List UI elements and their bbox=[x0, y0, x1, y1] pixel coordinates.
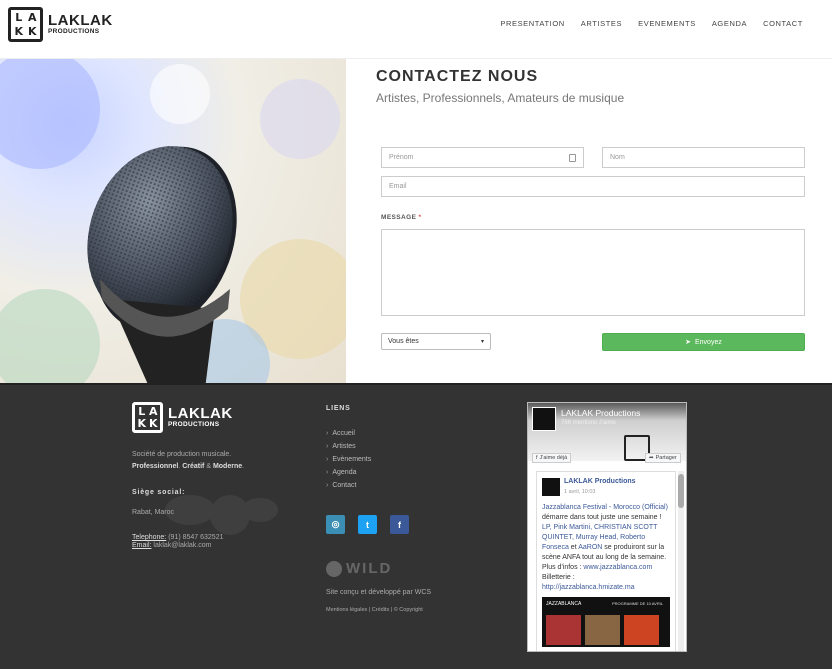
footer-logo-subtitle: PRODUCTIONS bbox=[168, 421, 220, 429]
nav-evenements[interactable]: EVENEMENTS bbox=[638, 19, 696, 28]
contact-subtitle: Artistes, Professionnels, Amateurs de mu… bbox=[376, 91, 625, 105]
address: Rabat, Maroc bbox=[132, 509, 175, 516]
instagram-icon[interactable]: ◎ bbox=[326, 515, 345, 534]
footer-logo[interactable]: LAKK LAKLAK PRODUCTIONS bbox=[132, 402, 233, 433]
post-text: Jazzablanca Festival - Morocco (Official… bbox=[542, 504, 668, 591]
logo-subtitle: PRODUCTIONS bbox=[48, 28, 100, 36]
site-header: LAKK LAKLAK PRODUCTIONS PRESENTATION ART… bbox=[0, 0, 832, 59]
message-label: MESSAGE * bbox=[381, 214, 422, 221]
footer-link-accueil[interactable]: Accueil bbox=[326, 427, 371, 440]
send-button[interactable]: ➤ Envoyez bbox=[602, 333, 805, 351]
contact-section: CONTACTEZ NOUS Artistes, Professionnels,… bbox=[346, 59, 832, 383]
post-image[interactable]: JAZZABLANCA PROGRAMME DE 10 AVRIL bbox=[542, 597, 670, 647]
prenom-placeholder: Prénom bbox=[389, 154, 414, 161]
footer-description: Société de production musicale. Professi… bbox=[132, 451, 245, 470]
facebook-page-name[interactable]: LAKLAK Productions bbox=[561, 408, 640, 418]
footer-links: Accueil Artistes Evènements Agenda Conta… bbox=[326, 427, 371, 492]
facebook-icon[interactable]: f bbox=[390, 515, 409, 534]
select-value: Vous êtes bbox=[388, 338, 419, 345]
nom-field[interactable]: Nom bbox=[602, 147, 805, 168]
facebook-like-button[interactable]: f J'aime déjà bbox=[532, 453, 572, 463]
post-author[interactable]: LAKLAK Productions bbox=[564, 477, 636, 487]
logo-title: LAKLAK bbox=[48, 12, 113, 30]
wild-logo: WILD bbox=[326, 560, 392, 577]
facebook-post: LAKLAK Productions 1 avril, 10:03 Jazzab… bbox=[536, 471, 676, 651]
contact-title: CONTACTEZ NOUS bbox=[376, 68, 539, 85]
legal-copyright: © Copyright bbox=[393, 607, 423, 613]
facebook-page-avatar[interactable] bbox=[532, 407, 556, 431]
nav-artistes[interactable]: ARTISTES bbox=[581, 19, 622, 28]
post-author-avatar[interactable] bbox=[542, 478, 560, 496]
credit-text: Site conçu et développé par WCS bbox=[326, 589, 432, 596]
footer-logo-title: LAKLAK bbox=[168, 405, 233, 423]
email-line: Email: laklak@laklak.com bbox=[132, 542, 212, 549]
vous-etes-select[interactable]: Vous êtes ▾ bbox=[381, 333, 491, 350]
nav-contact[interactable]: CONTACT bbox=[763, 19, 803, 28]
facebook-widget: LAKLAK Productions 766 mentions J'aime f… bbox=[527, 402, 687, 652]
footer-link-contact[interactable]: Contact bbox=[326, 479, 371, 492]
facebook-share-button[interactable]: ➦ Partager bbox=[645, 453, 681, 463]
telephone-line: Telephone: (91) 8547 632521 bbox=[132, 534, 224, 541]
footer-link-evenements[interactable]: Evènements bbox=[326, 453, 371, 466]
footer-link-artistes[interactable]: Artistes bbox=[326, 440, 371, 453]
paper-plane-icon: ➤ bbox=[685, 339, 691, 346]
twitter-icon[interactable]: t bbox=[358, 515, 377, 534]
links-title: LIENS bbox=[326, 405, 351, 412]
microphone-hero-image bbox=[0, 59, 346, 383]
legal-credits-link[interactable]: Crédits bbox=[372, 607, 389, 613]
legal-links: Mentions légales | Crédits | © Copyright bbox=[326, 607, 423, 613]
contact-card-icon bbox=[569, 153, 576, 162]
siege-label: Siège social: bbox=[132, 489, 186, 496]
email-field[interactable]: Email bbox=[381, 176, 805, 197]
share-icon: ➦ bbox=[649, 455, 654, 461]
nav-agenda[interactable]: AGENDA bbox=[712, 19, 747, 28]
facebook-like-icon: f bbox=[536, 455, 538, 461]
nav-presentation[interactable]: PRESENTATION bbox=[500, 19, 564, 28]
facebook-scrollbar[interactable] bbox=[678, 471, 684, 651]
wild-logo-icon bbox=[326, 560, 342, 577]
footer-logo-mark-icon: LAKK bbox=[132, 402, 163, 433]
facebook-likes: 766 mentions J'aime bbox=[561, 420, 616, 426]
prenom-field[interactable]: Prénom bbox=[381, 147, 584, 168]
logo-mark-icon: LAKK bbox=[8, 7, 43, 42]
site-logo[interactable]: LAKK LAKLAK PRODUCTIONS bbox=[8, 7, 113, 42]
post-date: 1 avril, 10:03 bbox=[564, 489, 596, 495]
main-nav: PRESENTATION ARTISTES EVENEMENTS AGENDA … bbox=[500, 19, 803, 28]
nom-placeholder: Nom bbox=[610, 154, 625, 161]
footer-link-agenda[interactable]: Agenda bbox=[326, 466, 371, 479]
email-placeholder: Email bbox=[389, 183, 407, 190]
caret-down-icon: ▾ bbox=[480, 339, 484, 345]
facebook-cover: LAKLAK Productions 766 mentions J'aime f… bbox=[528, 403, 686, 463]
send-label: Envoyez bbox=[695, 338, 722, 346]
legal-mentions-link[interactable]: Mentions légales bbox=[326, 607, 367, 613]
site-footer: LAKK LAKLAK PRODUCTIONS Société de produ… bbox=[0, 383, 832, 669]
required-marker: * bbox=[418, 214, 422, 221]
message-textarea[interactable] bbox=[381, 229, 805, 316]
